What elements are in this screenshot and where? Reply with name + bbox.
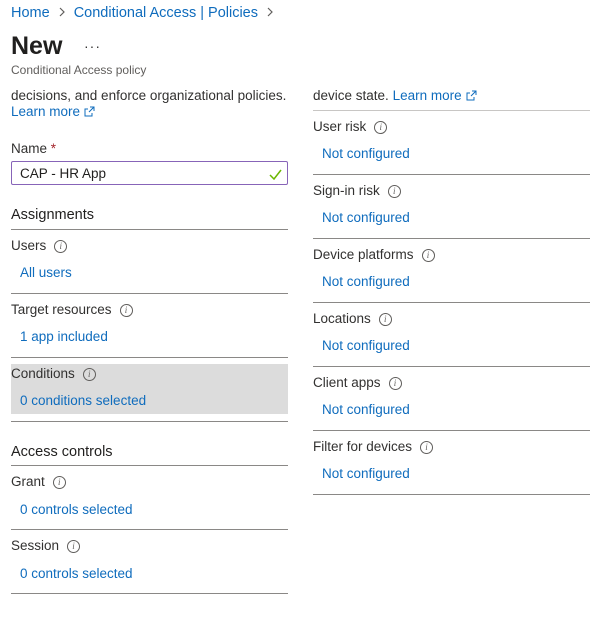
user-risk-label-row: User risk i [313, 119, 388, 134]
client-apps-value-link[interactable]: Not configured [322, 402, 410, 417]
breadcrumb: Home Conditional Access | Policies [11, 5, 274, 21]
session-label: Session [11, 538, 60, 553]
divider [11, 357, 288, 358]
info-icon[interactable]: i [378, 313, 392, 326]
conditions-label-row: Conditions i [11, 366, 96, 381]
name-field-label: Name * [11, 141, 56, 156]
learn-more-link[interactable]: Learn more [11, 104, 95, 120]
divider [11, 465, 288, 466]
info-icon[interactable]: i [67, 540, 81, 553]
sign-in-risk-label: Sign-in risk [313, 183, 380, 198]
divider [313, 174, 590, 175]
target-resources-value-link[interactable]: 1 app included [20, 329, 108, 344]
divider [313, 494, 590, 495]
session-label-row: Session i [11, 538, 81, 553]
grant-label: Grant [11, 474, 45, 489]
filter-for-devices-label: Filter for devices [313, 439, 413, 454]
breadcrumb-policies[interactable]: Conditional Access | Policies [74, 5, 258, 21]
divider [313, 302, 590, 303]
grant-value-link[interactable]: 0 controls selected [20, 502, 133, 517]
page-title: New [11, 32, 63, 60]
locations-label: Locations [313, 311, 371, 326]
chevron-right-icon [58, 6, 66, 20]
target-resources-label: Target resources [11, 302, 112, 317]
users-label: Users [11, 238, 47, 253]
name-input[interactable] [12, 162, 260, 184]
client-apps-label-row: Client apps i [313, 375, 402, 390]
info-icon[interactable]: i [374, 121, 388, 134]
client-apps-label: Client apps [313, 375, 381, 390]
device-platforms-label: Device platforms [313, 247, 414, 262]
more-options-button[interactable]: ··· [84, 38, 101, 54]
learn-more-label: Learn more [11, 104, 81, 119]
breadcrumb-home[interactable]: Home [11, 5, 50, 21]
checkmark-icon [269, 167, 282, 185]
session-value-link[interactable]: 0 controls selected [20, 566, 133, 581]
name-input-box [11, 161, 288, 185]
right-intro-text: device state. [313, 88, 389, 103]
user-risk-value-link[interactable]: Not configured [322, 146, 410, 161]
user-risk-label: User risk [313, 119, 367, 134]
name-label: Name [11, 141, 48, 156]
page-subtitle: Conditional Access policy [11, 63, 147, 77]
divider [11, 529, 288, 530]
divider [313, 366, 590, 367]
divider [11, 229, 288, 230]
grant-label-row: Grant i [11, 474, 66, 489]
users-label-row: Users i [11, 238, 68, 253]
conditions-value-link[interactable]: 0 conditions selected [20, 393, 146, 408]
info-icon[interactable]: i [420, 441, 434, 454]
required-mark: * [50, 141, 57, 156]
divider [313, 110, 590, 111]
right-intro-row: device state. Learn more [313, 88, 477, 104]
external-link-icon [84, 105, 95, 120]
info-icon[interactable]: i [54, 240, 68, 253]
info-icon[interactable]: i [119, 304, 133, 317]
device-platforms-value-link[interactable]: Not configured [322, 274, 410, 289]
info-icon[interactable]: i [388, 377, 402, 390]
conditions-label: Conditions [11, 366, 75, 381]
right-learn-more-link[interactable]: Learn more [393, 88, 462, 103]
filter-for-devices-label-row: Filter for devices i [313, 439, 434, 454]
divider [11, 593, 288, 594]
intro-text: decisions, and enforce organizational po… [11, 88, 287, 103]
divider [313, 238, 590, 239]
target-resources-label-row: Target resources i [11, 302, 133, 317]
filter-for-devices-value-link[interactable]: Not configured [322, 466, 410, 481]
external-link-icon [466, 89, 477, 104]
users-value-link[interactable]: All users [20, 265, 72, 280]
chevron-right-icon [266, 6, 274, 20]
sign-in-risk-label-row: Sign-in risk i [313, 183, 401, 198]
sign-in-risk-value-link[interactable]: Not configured [322, 210, 410, 225]
assignments-heading: Assignments [11, 207, 95, 223]
info-icon[interactable]: i [387, 185, 401, 198]
info-icon[interactable]: i [421, 249, 435, 262]
locations-label-row: Locations i [313, 311, 392, 326]
info-icon[interactable]: i [82, 368, 96, 381]
divider [313, 430, 590, 431]
divider [11, 293, 288, 294]
access-controls-heading: Access controls [11, 444, 113, 460]
divider [11, 421, 288, 422]
device-platforms-label-row: Device platforms i [313, 247, 435, 262]
locations-value-link[interactable]: Not configured [322, 338, 410, 353]
info-icon[interactable]: i [52, 476, 66, 489]
